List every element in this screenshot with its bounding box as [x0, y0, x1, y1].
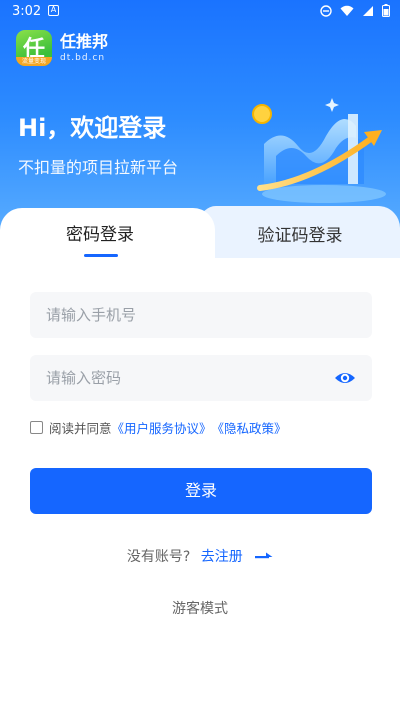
agreement-prefix: 阅读并同意	[49, 421, 112, 436]
brand-text: 任推邦 dt.bd.cn	[60, 32, 108, 64]
status-time: 3:02	[12, 4, 42, 19]
password-input[interactable]	[46, 355, 326, 401]
arrow-right-icon[interactable]	[255, 552, 273, 562]
tab-password-login[interactable]: 密码登录	[0, 220, 200, 245]
password-field	[30, 355, 372, 401]
wifi-icon	[340, 5, 354, 16]
phone-input[interactable]	[46, 292, 326, 338]
register-row: 没有账号? 去注册	[0, 546, 400, 566]
login-button[interactable]: 登录	[30, 468, 372, 514]
tab-code-login[interactable]: 验证码登录	[200, 221, 400, 246]
app-logo: 任 流量变现	[16, 30, 52, 66]
agreement-row: 阅读并同意 《用户服务协议》 《隐私政策》	[30, 418, 287, 437]
brand-domain: dt.bd.cn	[60, 53, 106, 63]
brand: 任 流量变现 任推邦 dt.bd.cn	[16, 30, 108, 66]
battery-icon	[382, 4, 390, 17]
do-not-disturb-icon	[320, 4, 332, 17]
tab-active-indicator	[84, 254, 118, 257]
hero-title: Hi，欢迎登录	[18, 114, 167, 142]
notification-icon: A	[48, 5, 59, 16]
phone-field	[30, 292, 372, 338]
agreement-checkbox[interactable]	[30, 421, 43, 434]
status-bar: 3:02 A	[0, 0, 400, 24]
register-link[interactable]: 去注册	[201, 549, 243, 565]
brand-name: 任推邦	[60, 32, 109, 51]
growth-chart-illustration-icon	[252, 98, 386, 203]
guest-mode-link[interactable]: 游客模式	[0, 598, 400, 618]
hero-subtitle: 不扣量的项目拉新平台	[18, 158, 179, 177]
status-icons	[320, 4, 390, 17]
signal-icon	[363, 5, 373, 16]
logo-strip: 流量变现	[16, 57, 52, 66]
user-agreement-link[interactable]: 《用户服务协议》	[112, 418, 212, 437]
register-question: 没有账号?	[126, 549, 191, 565]
login-screen: 3:02 A 任 流量变现 任推邦 dt.bd.cn Hi，欢迎登录 不扣量的项…	[0, 0, 400, 711]
privacy-policy-link[interactable]: 《隐私政策》	[212, 418, 287, 437]
eye-icon[interactable]	[334, 368, 356, 388]
